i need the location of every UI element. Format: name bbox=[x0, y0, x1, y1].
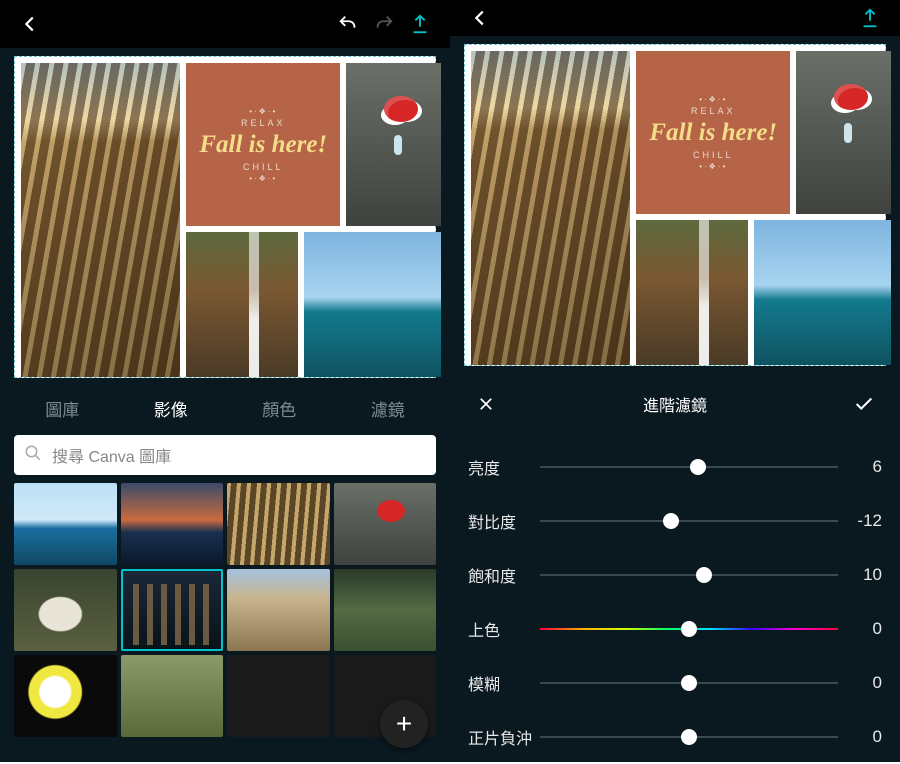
slider-knob[interactable] bbox=[681, 675, 697, 691]
slider-track[interactable] bbox=[540, 565, 838, 585]
collage-top-right: •·❖·• RELAX Fall is here! CHILL •·❖·• bbox=[186, 63, 435, 226]
slider-row: 正片負沖 0 bbox=[468, 710, 882, 764]
add-button[interactable]: + bbox=[380, 700, 428, 748]
text-headline: Fall is here! bbox=[199, 132, 327, 158]
search-input[interactable]: 搜尋 Canva 圖庫 bbox=[14, 435, 436, 475]
gallery-thumb[interactable] bbox=[14, 569, 117, 651]
topbar bbox=[0, 0, 450, 48]
slider-row: 飽和度 10 bbox=[468, 548, 882, 602]
text-relax: RELAX bbox=[691, 106, 736, 116]
slider-list: 亮度 6 對比度 -12 飽和度 10 上色 0 模糊 0 正片負沖 0 bbox=[450, 440, 900, 764]
slider-value: 10 bbox=[838, 565, 882, 585]
slider-track[interactable] bbox=[540, 511, 838, 531]
export-button[interactable] bbox=[402, 6, 438, 42]
back-button[interactable] bbox=[12, 6, 48, 42]
gallery-thumb[interactable] bbox=[14, 483, 117, 565]
right-screen: •·❖·• RELAX Fall is here! CHILL •·❖·• 進階… bbox=[450, 0, 900, 762]
canvas-area: •·❖·• RELAX Fall is here! CHILL •·❖·• bbox=[0, 48, 450, 384]
canvas-area: •·❖·• RELAX Fall is here! CHILL •·❖·• bbox=[450, 36, 900, 372]
slider-value: 0 bbox=[838, 619, 882, 639]
slider-label: 飽和度 bbox=[468, 563, 540, 587]
undo-button[interactable] bbox=[330, 6, 366, 42]
gallery-thumb-selected[interactable] bbox=[121, 569, 224, 651]
topbar bbox=[450, 0, 900, 36]
slider-row: 亮度 6 bbox=[468, 440, 882, 494]
slider-label: 上色 bbox=[468, 617, 540, 641]
panel-title: 進階濾鏡 bbox=[643, 392, 707, 416]
collage-image-mushroom[interactable] bbox=[796, 51, 891, 214]
slider-label: 正片負沖 bbox=[468, 725, 540, 749]
design-canvas[interactable]: •·❖·• RELAX Fall is here! CHILL •·❖·• bbox=[464, 44, 886, 366]
slider-knob[interactable] bbox=[663, 513, 679, 529]
editor-tabs: 圖庫 影像 顏色 濾鏡 bbox=[0, 384, 450, 435]
gallery-thumb[interactable] bbox=[227, 483, 330, 565]
redo-button[interactable] bbox=[366, 6, 402, 42]
slider-value: 6 bbox=[838, 457, 882, 477]
collage-image-left[interactable] bbox=[21, 63, 180, 377]
export-button[interactable] bbox=[852, 0, 888, 36]
slider-knob[interactable] bbox=[690, 459, 706, 475]
slider-value: 0 bbox=[838, 673, 882, 693]
slider-row: 對比度 -12 bbox=[468, 494, 882, 548]
gallery-thumb[interactable] bbox=[334, 483, 437, 565]
collage-image-mushroom[interactable] bbox=[346, 63, 441, 226]
search-icon bbox=[24, 444, 42, 467]
collage-bottom-right bbox=[186, 232, 435, 377]
back-button[interactable] bbox=[462, 0, 498, 36]
slider-knob[interactable] bbox=[681, 729, 697, 745]
gallery-thumb[interactable] bbox=[334, 569, 437, 651]
text-relax: RELAX bbox=[241, 118, 286, 128]
collage-image-beach[interactable] bbox=[304, 232, 441, 377]
collage-image-waterfall[interactable] bbox=[186, 232, 298, 377]
slider-track[interactable] bbox=[540, 727, 838, 747]
slider-label: 模糊 bbox=[468, 671, 540, 695]
filter-panel-header: 進階濾鏡 bbox=[450, 372, 900, 440]
tab-color[interactable]: 顏色 bbox=[262, 396, 296, 421]
text-chill: CHILL bbox=[243, 162, 284, 172]
design-canvas[interactable]: •·❖·• RELAX Fall is here! CHILL •·❖·• bbox=[14, 56, 436, 378]
collage-image-left[interactable] bbox=[471, 51, 630, 365]
slider-knob[interactable] bbox=[681, 621, 697, 637]
slider-track[interactable] bbox=[540, 673, 838, 693]
left-screen: •·❖·• RELAX Fall is here! CHILL •·❖·• 圖庫… bbox=[0, 0, 450, 762]
slider-row: 模糊 0 bbox=[468, 656, 882, 710]
text-card[interactable]: •·❖·• RELAX Fall is here! CHILL •·❖·• bbox=[636, 51, 790, 214]
search-placeholder: 搜尋 Canva 圖庫 bbox=[52, 443, 171, 467]
text-card[interactable]: •·❖·• RELAX Fall is here! CHILL •·❖·• bbox=[186, 63, 340, 226]
slider-row: 上色 0 bbox=[468, 602, 882, 656]
slider-label: 對比度 bbox=[468, 509, 540, 533]
confirm-button[interactable] bbox=[846, 386, 882, 422]
tab-filter[interactable]: 濾鏡 bbox=[371, 396, 405, 421]
gallery-thumb[interactable] bbox=[14, 655, 117, 737]
collage-image-waterfall[interactable] bbox=[636, 220, 748, 365]
slider-knob[interactable] bbox=[696, 567, 712, 583]
gallery-thumb[interactable] bbox=[227, 655, 330, 737]
slider-track[interactable] bbox=[540, 619, 838, 639]
collage-top-right: •·❖·• RELAX Fall is here! CHILL •·❖·• bbox=[636, 51, 885, 214]
text-chill: CHILL bbox=[693, 150, 734, 160]
collage-bottom-right bbox=[636, 220, 885, 365]
slider-label: 亮度 bbox=[468, 455, 540, 479]
slider-value: 0 bbox=[838, 727, 882, 747]
tab-image[interactable]: 影像 bbox=[154, 396, 188, 421]
gallery-thumb[interactable] bbox=[121, 655, 224, 737]
tab-library[interactable]: 圖庫 bbox=[45, 396, 79, 421]
gallery-thumb[interactable] bbox=[121, 483, 224, 565]
gallery-thumb[interactable] bbox=[227, 569, 330, 651]
close-button[interactable] bbox=[468, 386, 504, 422]
slider-track[interactable] bbox=[540, 457, 838, 477]
slider-value: -12 bbox=[838, 511, 882, 531]
collage-image-beach[interactable] bbox=[754, 220, 891, 365]
text-headline: Fall is here! bbox=[649, 120, 777, 146]
